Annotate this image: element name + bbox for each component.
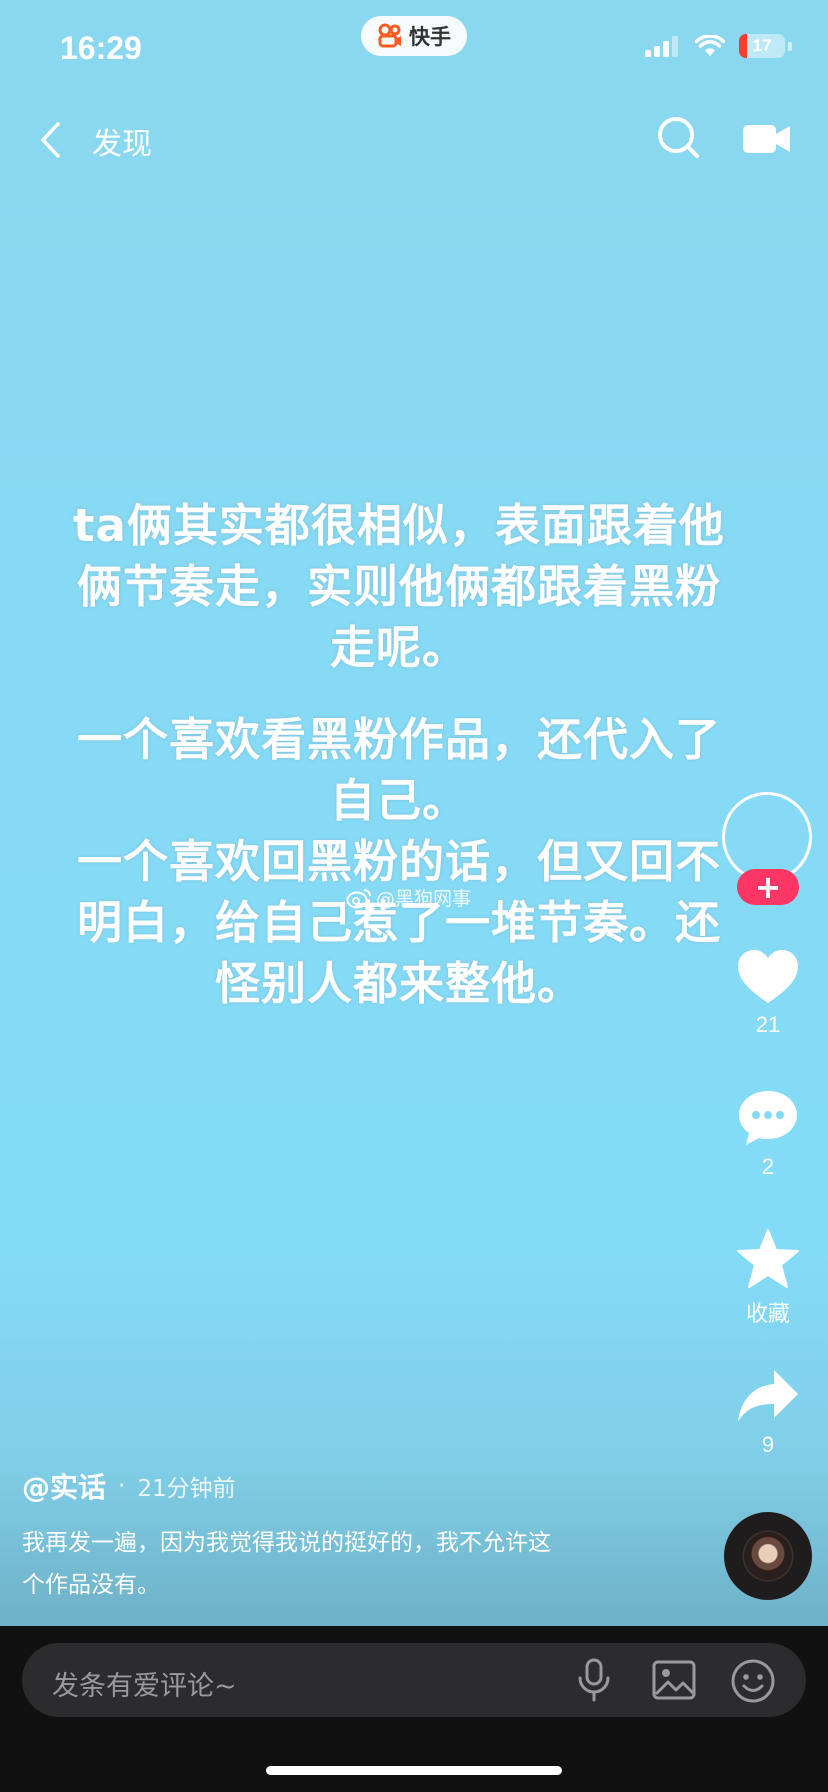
- comment-button[interactable]: 2: [728, 1088, 808, 1180]
- emoji-icon[interactable]: [730, 1658, 776, 1704]
- back-button[interactable]: [38, 118, 72, 162]
- comment-count: 2: [761, 1154, 775, 1179]
- weibo-icon: [346, 888, 371, 908]
- post-text-paragraph-2: 一个喜欢看黑粉作品，还代入了 自己。 一个喜欢回黑粉的话，但又回不 明白，给自己…: [76, 713, 721, 1010]
- author-name[interactable]: @实话: [22, 1466, 106, 1506]
- status-time: 16:29: [60, 30, 142, 66]
- home-indicator[interactable]: [266, 1766, 562, 1775]
- author-separator: ·: [118, 1473, 126, 1499]
- search-icon[interactable]: [655, 114, 701, 160]
- share-button[interactable]: 9: [728, 1368, 808, 1458]
- video-post-screen: 16:29 快手 17 发现 ta俩其实都很相似，表面跟着他 俩节奏走，实则他俩…: [0, 0, 828, 1792]
- heart-icon: [738, 950, 798, 1003]
- chevron-left-icon: [41, 122, 60, 158]
- status-icons: 17: [645, 34, 792, 58]
- app-name: 快手: [409, 25, 451, 49]
- battery-percent: 17: [752, 36, 772, 55]
- music-avatar: [744, 1532, 792, 1580]
- watermark: @黑狗网事: [346, 884, 471, 911]
- collect-label: 收藏: [745, 1301, 790, 1326]
- post-text-paragraph-1: ta俩其实都很相似，表面跟着他 俩节奏走，实则他俩都跟着黑粉 走呢。: [73, 499, 725, 674]
- follow-button[interactable]: +: [737, 869, 799, 905]
- comment-bubble-icon: [739, 1091, 797, 1145]
- share-count: 9: [761, 1432, 775, 1457]
- author-row: @实话 · 21分钟前: [22, 1466, 236, 1506]
- comment-placeholder[interactable]: 发条有爱评论~: [52, 1664, 237, 1703]
- app-indicator-pill: 快手: [361, 16, 467, 56]
- wifi-icon: [695, 35, 725, 56]
- battery-icon: 17: [739, 34, 785, 58]
- camera-icon[interactable]: [742, 118, 792, 158]
- cellular-signal-icon: [645, 36, 678, 57]
- battery-fill: [739, 34, 747, 58]
- like-count: 21: [755, 1012, 781, 1037]
- music-disc[interactable]: [724, 1512, 812, 1600]
- microphone-icon[interactable]: [574, 1658, 614, 1702]
- post-time: 21分钟前: [137, 1476, 236, 1502]
- battery-tip: [788, 41, 792, 51]
- image-icon[interactable]: [652, 1660, 696, 1700]
- star-icon: [737, 1229, 799, 1288]
- kuaishou-logo-icon: [378, 23, 401, 48]
- like-button[interactable]: 21: [728, 948, 808, 1038]
- post-caption[interactable]: 我再发一遍，因为我觉得我说的挺好的，我不允许这 个作品没有。: [22, 1522, 622, 1606]
- watermark-text: @黑狗网事: [376, 888, 472, 910]
- collect-button[interactable]: 收藏: [728, 1228, 808, 1328]
- back-label[interactable]: 发现: [92, 119, 152, 163]
- share-arrow-icon: [738, 1370, 798, 1422]
